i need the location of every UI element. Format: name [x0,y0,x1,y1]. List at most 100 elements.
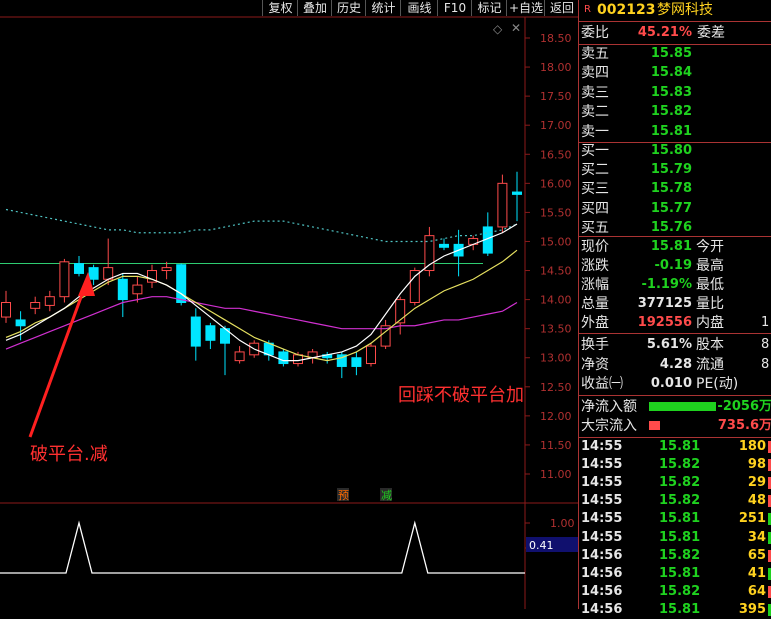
candle [409,270,420,304]
tick-volume: 34 [747,529,766,545]
flow-bar [649,421,660,430]
tick-time: 14:55 [581,457,623,473]
annotation-right: 回踩不破平台加 [398,385,524,406]
y-tick-label: 15.50 [540,206,572,219]
bid-row: 买一 15.80 [579,142,771,160]
y-tick-label: 17.50 [540,90,572,103]
ma-magenta-line [5,296,518,350]
tick-volume: 65 [747,547,766,563]
ask-row: 卖一 15.81 [579,123,771,141]
candle [278,351,289,365]
stat-row: 总量 377125 量比 [579,295,771,313]
bid-price: 15.77 [650,200,692,216]
tick-price: 15.82 [659,583,701,599]
tick-row: 14:56 15.81 395 [579,601,771,619]
y-tick-label: 13.00 [540,352,572,365]
tick-time: 14:56 [581,547,623,563]
stat2-value: 4.28 [659,356,692,372]
stat-row: 现价 15.81 今开 [579,238,771,256]
ask-row: 卖二 15.82 [579,103,771,121]
bid-price: 15.80 [650,143,692,158]
stat-value-2: 1 [761,315,770,330]
tick-row: 14:55 15.82 48 [579,492,771,510]
y-tick-label: 15.00 [540,235,572,248]
stat-row: 涨幅 -1.19% 最低 [579,276,771,294]
stat2-row: 净资 4.28 流通 8 [579,356,771,374]
flow-bar [649,402,717,411]
tick-row: 14:55 15.82 29 [579,474,771,492]
weicha-label: 委差 [697,25,725,41]
close-icon[interactable]: ✕ [511,21,521,35]
stat-label-2: 今开 [696,239,724,255]
candle [15,319,26,327]
candle [351,357,362,367]
flow-row: 大宗流入 735.6万 [579,417,771,435]
tick-volume: 180 [738,439,766,454]
tick-row: 14:55 15.81 251 [579,510,771,528]
stat-label: 外盘 [581,315,609,331]
stat2-row: 换手 5.61% 股本 8 [579,336,771,354]
annotation-arrow [28,277,90,438]
tick-time: 14:56 [581,565,623,581]
ask-price: 15.81 [650,123,692,139]
stat2-label: 净资 [581,356,609,373]
ask-label: 卖二 [581,104,609,121]
r-badge: R [584,4,591,15]
candle [205,325,216,341]
y-tick-label: 14.00 [540,294,572,307]
tick-volume: 29 [747,475,766,491]
bid-row: 买三 15.78 [579,180,771,198]
bid-label: 买一 [581,143,609,159]
tick-row: 14:55 15.81 180 [579,438,771,456]
stat-label: 现价 [581,239,609,255]
ask-label: 卖五 [581,46,609,62]
signal-marker-1: 减 [381,489,392,502]
bid-row: 买四 15.77 [579,200,771,218]
bid-label: 买五 [581,219,609,236]
candle [497,182,508,228]
bid-row: 买二 15.79 [579,161,771,179]
flow-label: 净流入额 [581,399,637,415]
y-tick-label: 17.00 [540,119,572,132]
osc-tick-label: 1.00 [550,517,575,530]
candle [512,191,522,195]
weibi-label: 委比 [581,25,609,41]
candle [132,284,143,295]
y-tick-label: 13.50 [540,323,572,336]
stat2-label-2: 股本 [696,337,724,353]
candle [161,267,172,272]
tick-time: 14:56 [581,601,623,617]
flow-value: 735.6万 [717,418,771,433]
candle [59,261,70,298]
candle [293,354,303,365]
draw-tool-icon[interactable]: ◇ [493,22,502,36]
kline-chart[interactable]: 18.50 18.00 17.50 17.00 16.50 16.00 15.50 15.00… [0,0,578,609]
stat-value: 15.81 [650,239,692,254]
tick-price: 15.81 [659,511,701,527]
stat2-value: 5.61% [646,337,692,352]
weibi-row: 委比 45.21% 委差 [579,24,771,42]
ask-price: 15.85 [650,46,692,61]
tick-time: 14:55 [581,511,623,527]
bid-label: 买二 [581,162,609,179]
y-tick-label: 11.00 [540,468,572,481]
stat2-label: 收益㈠ [581,376,623,392]
stock-name: 梦网科技 [657,2,713,18]
tick-volume: 48 [747,493,766,509]
y-tick-label: 11.50 [540,439,572,452]
candle [44,296,55,306]
ask-row: 卖四 15.84 [579,64,771,82]
candle [74,263,84,274]
tick-price: 15.82 [659,457,701,473]
ask-price: 15.82 [650,104,692,120]
signal-marker-0: 预 [338,489,349,502]
tick-time: 14:55 [581,529,623,545]
flow-row: 净流入额 -2056万 [579,398,771,416]
stat-row: 外盘 192556 内盘 1 [579,314,771,332]
ask-row: 卖五 15.85 [579,45,771,63]
stat-label-2: 量比 [696,296,724,312]
candle [439,243,449,248]
oscillator-line [0,520,525,574]
flow-label: 大宗流入 [581,418,637,434]
candle [190,316,201,347]
